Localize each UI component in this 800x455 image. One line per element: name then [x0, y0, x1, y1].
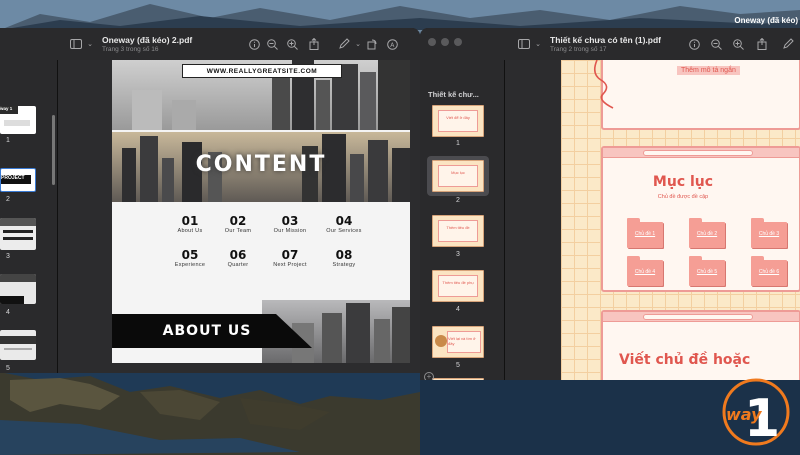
page-thumbnail-4[interactable]: Thêm tiêu đề phụ [432, 270, 484, 302]
page-number: 4 [6, 309, 10, 316]
rotate-icon[interactable] [366, 38, 378, 50]
oneway-logo: 1 way [722, 378, 790, 448]
toolbar: ⌄ Thiết kế chưa có tên (1).pdf Trang 2 t… [420, 28, 800, 60]
share-icon[interactable] [756, 38, 768, 50]
thumbnail-sidebar: Thiết kế chư... Viết để ở đây 1 Mục lục … [420, 60, 505, 380]
window-title: Oneway (đã kéo) 2.pdf [102, 35, 193, 45]
chevron-down-icon[interactable]: ⌄ [84, 38, 96, 50]
toolbar: ⌄ Oneway (đã kéo) 2.pdf Trang 3 trong số… [0, 28, 420, 60]
menu-item: 07 Next Project [273, 248, 307, 268]
folder-icon[interactable]: Chủ đề 4 [627, 256, 663, 286]
chevron-down-icon[interactable]: ⌄ [532, 38, 544, 50]
page-thumbnail-2[interactable]: PROJECT [0, 168, 36, 192]
close-window-button[interactable] [428, 38, 436, 46]
menu-item: 04 Our Services [326, 214, 362, 234]
page-number: 3 [456, 251, 460, 258]
share-icon[interactable] [308, 38, 320, 50]
slide-heading: Viết chủ đề hoặc [619, 352, 751, 368]
window-subtitle: Trang 3 trong số 16 [102, 46, 159, 53]
folder-icon[interactable]: Chủ đề 2 [689, 218, 725, 248]
zoom-in-icon[interactable] [286, 38, 298, 50]
about-heading: ABOUT US [162, 323, 252, 339]
menu-item: 03 Our Mission [273, 214, 307, 234]
page-number: 2 [6, 196, 10, 203]
short-description-label: Thêm mô tả ngắn [677, 66, 740, 75]
page-thumbnail-4[interactable] [0, 274, 36, 304]
page-number: 1 [456, 140, 460, 147]
logo-text: way [726, 405, 762, 424]
minimize-window-button[interactable] [441, 38, 449, 46]
preview-window-left: ⌄ Oneway (đã kéo) 2.pdf Trang 3 trong số… [0, 28, 420, 373]
page-thumbnail-3[interactable] [0, 218, 36, 250]
thumbnail-sidebar: way 1 1 PROJECT 2 3 4 5 [0, 60, 58, 373]
slide-card-bottom: Viết chủ đề hoặc [601, 310, 800, 380]
svg-text:A: A [390, 41, 395, 48]
page-number: 5 [456, 362, 460, 369]
page-thumbnail-6[interactable] [432, 378, 484, 380]
page-number: 5 [6, 365, 10, 372]
markup-pen-icon[interactable] [782, 38, 794, 50]
ribbon-doodle-icon [593, 60, 614, 109]
page-thumbnail-2[interactable]: Mục lục [432, 160, 484, 192]
sidebar-scrollbar[interactable] [52, 115, 55, 185]
sidebar-document-label: Thiết kế chư... [428, 90, 479, 99]
window-subtitle: Trang 2 trong số 17 [550, 46, 607, 53]
website-url: WWW.REALLYGREATSITE.COM [182, 64, 342, 78]
sidebar-toggle-icon[interactable] [70, 38, 82, 50]
add-page-icon[interactable]: + [424, 372, 434, 380]
folder-icon[interactable]: Chủ đề 6 [751, 256, 787, 286]
menu-item: 02 Our Team [224, 214, 252, 234]
page-thumbnail-1[interactable]: way 1 [0, 106, 36, 134]
page-thumbnail-5[interactable]: Viết lại và tìm ở đây [432, 326, 484, 358]
toc-subtitle: Chủ đề được đề cập [657, 194, 709, 200]
zoom-window-button[interactable] [454, 38, 462, 46]
page-number: 1 [6, 137, 10, 144]
zoom-out-icon[interactable] [710, 38, 722, 50]
content-heading: CONTENT [195, 152, 327, 177]
page-thumbnail-1[interactable]: Viết để ở đây [432, 105, 484, 137]
document-view: Thêm mô tả ngắn Mục lục Chủ đề được đề c… [505, 60, 800, 380]
markup-pen-icon[interactable] [338, 38, 350, 50]
markup-chevron-down-icon[interactable]: ⌄ [352, 38, 364, 50]
menu-item: 06 Quarter [227, 248, 249, 268]
zoom-in-icon[interactable] [732, 38, 744, 50]
menu-item: 08 Strategy [332, 248, 356, 268]
page-number: 3 [6, 253, 10, 260]
toc-card: Mục lục Chủ đề được đề cập Chủ đề 1 Chủ … [601, 146, 800, 292]
page-number: 4 [456, 306, 460, 313]
page-thumbnail-5[interactable] [0, 330, 36, 360]
window-title: Thiết kế chưa có tên (1).pdf [550, 35, 662, 45]
info-icon[interactable] [248, 38, 260, 50]
page-thumbnail-3[interactable]: Thêm tiêu đề [432, 215, 484, 247]
folder-icon[interactable]: Chủ đề 5 [689, 256, 725, 286]
page-number: 2 [456, 197, 460, 204]
highlight-icon[interactable]: A [386, 38, 398, 50]
pdf-page: WWW.REALLYGREATSITE.COM CONTENT 01 About … [112, 60, 410, 363]
pdf-page: Thêm mô tả ngắn Mục lục Chủ đề được đề c… [561, 60, 800, 380]
desktop-top-label: Oneway (đã kéo) [734, 16, 798, 25]
folder-icon[interactable]: Chủ đề 1 [627, 218, 663, 248]
folder-icon[interactable]: Chủ đề 3 [751, 218, 787, 248]
thumbnail-label-1: way 1 [0, 106, 13, 111]
sidebar-toggle-icon[interactable] [518, 38, 530, 50]
preview-window-right: ⌄ Thiết kế chưa có tên (1).pdf Trang 2 t… [420, 28, 800, 380]
slide-card-top: Thêm mô tả ngắn [601, 60, 800, 130]
thumbnail-label-2: PROJECT [1, 175, 25, 181]
zoom-out-icon[interactable] [266, 38, 278, 50]
document-view: WWW.REALLYGREATSITE.COM CONTENT 01 About … [58, 60, 420, 373]
toc-title: Mục lục [652, 174, 714, 190]
info-icon[interactable] [688, 38, 700, 50]
